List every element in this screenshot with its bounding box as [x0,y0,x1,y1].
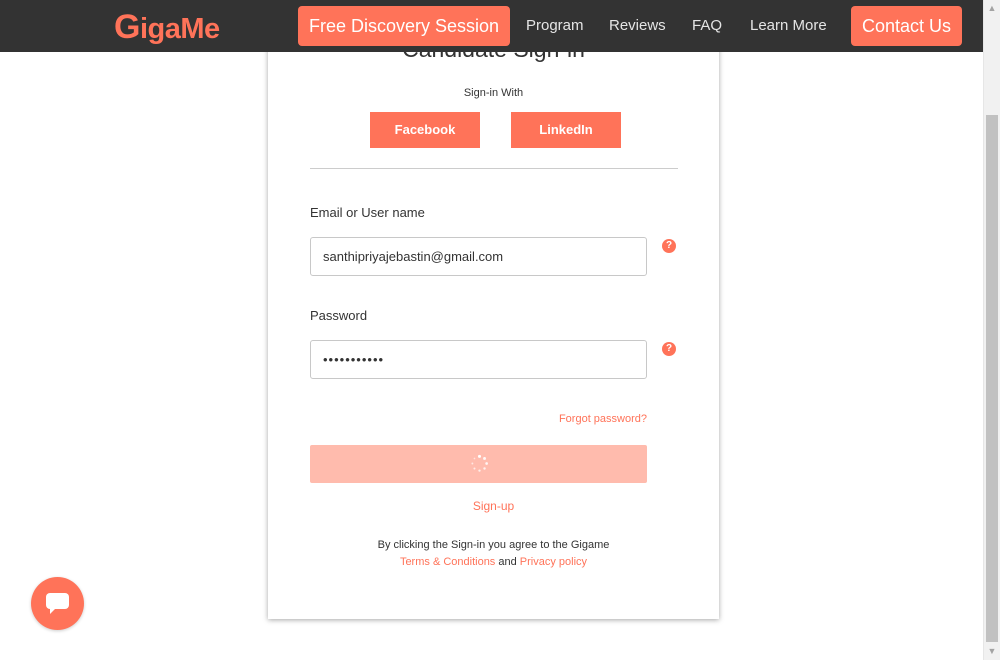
signin-card: Candidate Sign-in Sign-in With Facebook … [268,0,719,619]
nav-link-program[interactable]: Program [526,0,584,52]
nav-link-reviews[interactable]: Reviews [609,0,666,52]
nav-link-faq[interactable]: FAQ [692,0,722,52]
question-circle-icon[interactable]: ? [662,342,676,356]
logo-initial: G [114,8,140,46]
scrollbar-thumb[interactable] [986,115,998,642]
terms-text: By clicking the Sign-in you agree to the… [377,539,610,551]
divider [310,168,678,169]
loading-spinner-icon [471,454,488,472]
email-label: Email or User name [310,205,425,220]
terms-conditions-link[interactable]: Terms & Conditions [400,556,495,568]
facebook-signin-button[interactable]: Facebook [370,112,480,148]
signin-with-label: Sign-in With [463,87,524,99]
privacy-policy-link[interactable]: Privacy policy [520,556,587,568]
contact-us-button[interactable]: Contact Us [851,6,962,46]
gigame-logo[interactable]: GigaMe [114,8,220,47]
chat-widget-button[interactable] [31,577,84,630]
signup-link[interactable]: Sign-up [268,499,719,513]
signin-submit-button[interactable] [310,445,647,483]
nav-link-learn-more[interactable]: Learn More [750,0,827,52]
top-navbar: GigaMe Free Discovery Session Program Re… [0,0,983,52]
logo-text: igaMe [139,13,220,45]
forgot-password-link[interactable]: Forgot password? [559,413,647,425]
scroll-down-arrow-icon[interactable]: ▼ [984,643,1000,660]
scroll-up-arrow-icon[interactable]: ▲ [984,0,1000,17]
chat-bubble-icon [46,593,69,614]
page-scrollbar[interactable]: ▲ ▼ [983,0,1000,660]
password-label: Password [310,308,368,323]
linkedin-signin-button[interactable]: LinkedIn [511,112,621,148]
email-field[interactable]: santhipriyajebastin@gmail.com [310,237,647,276]
terms-notice: By clicking the Sign-in you agree to the… [268,537,719,571]
question-circle-icon[interactable]: ? [662,239,676,253]
free-discovery-session-button[interactable]: Free Discovery Session [298,6,510,46]
terms-and-text: and [498,556,517,568]
password-field[interactable]: ••••••••••• [310,340,647,379]
